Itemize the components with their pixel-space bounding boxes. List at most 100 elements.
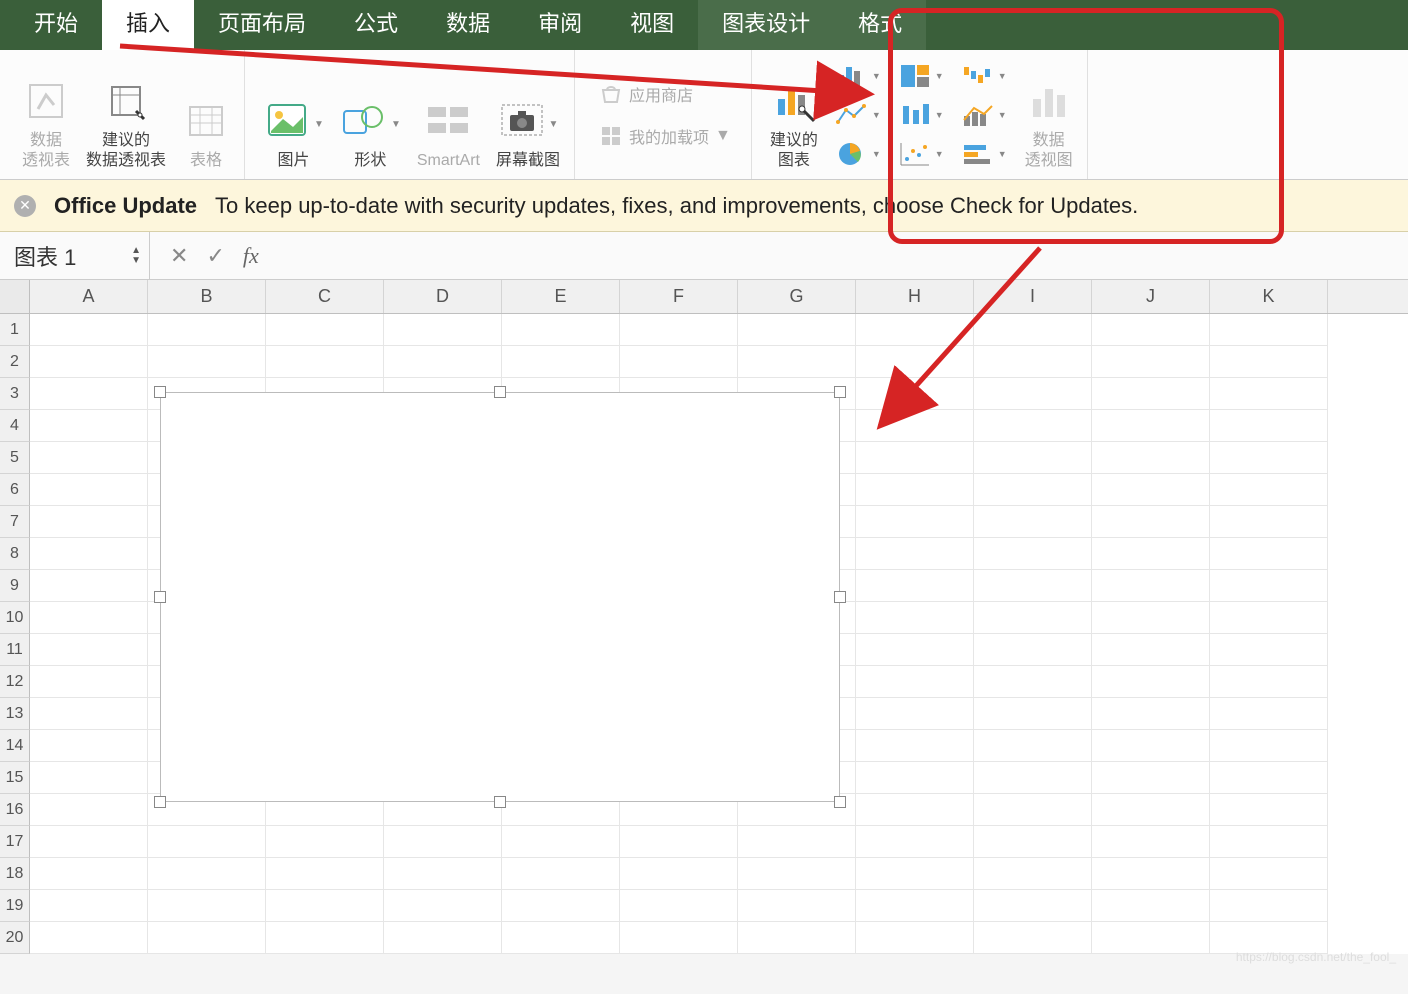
recommended-charts-button[interactable]: 建议的 图表 (764, 73, 824, 179)
cell[interactable] (856, 570, 974, 602)
cell[interactable] (856, 378, 974, 410)
col-header[interactable]: F (620, 280, 738, 313)
cell[interactable] (1210, 794, 1328, 826)
cell[interactable] (856, 730, 974, 762)
pie-chart-button[interactable]: ▼ (832, 139, 885, 169)
cell[interactable] (974, 730, 1092, 762)
tab-insert[interactable]: 插入 (102, 0, 194, 50)
cell[interactable] (1092, 634, 1210, 666)
recommended-pivot-button[interactable]: 建议的 数据透视表 (80, 73, 172, 179)
cell[interactable] (738, 314, 856, 346)
name-box-up[interactable]: ▲ (131, 246, 141, 256)
fx-icon[interactable]: fx (243, 243, 259, 269)
cell[interactable] (30, 314, 148, 346)
name-box[interactable]: 图表 1 ▲ ▼ (0, 232, 150, 279)
cell[interactable] (974, 410, 1092, 442)
cell[interactable] (502, 858, 620, 890)
cell[interactable] (30, 890, 148, 922)
cell[interactable] (1210, 474, 1328, 506)
cell[interactable] (266, 826, 384, 858)
cell[interactable] (1210, 506, 1328, 538)
cell[interactable] (856, 698, 974, 730)
row-header[interactable]: 14 (0, 730, 30, 762)
cell[interactable] (1092, 442, 1210, 474)
col-header[interactable]: C (266, 280, 384, 313)
cell[interactable] (1092, 858, 1210, 890)
cell[interactable] (738, 922, 856, 954)
row-header[interactable]: 2 (0, 346, 30, 378)
chevron-down-icon[interactable]: ▼ (391, 119, 401, 130)
resize-handle[interactable] (834, 591, 846, 603)
row-header[interactable]: 15 (0, 762, 30, 794)
cell[interactable] (738, 858, 856, 890)
cell[interactable] (974, 314, 1092, 346)
cell[interactable] (1092, 314, 1210, 346)
cell[interactable] (384, 826, 502, 858)
cell[interactable] (1092, 346, 1210, 378)
cell[interactable] (148, 314, 266, 346)
combo-chart-button[interactable]: ▼ (958, 100, 1011, 130)
cell[interactable] (266, 858, 384, 890)
cell[interactable] (856, 826, 974, 858)
cell[interactable] (856, 634, 974, 666)
cell[interactable] (384, 922, 502, 954)
row-header[interactable]: 9 (0, 570, 30, 602)
cell[interactable] (30, 666, 148, 698)
picture-button[interactable]: ▼ 图片 (257, 93, 330, 179)
cell[interactable] (620, 346, 738, 378)
row-header[interactable]: 5 (0, 442, 30, 474)
cell[interactable] (974, 346, 1092, 378)
cell[interactable] (266, 314, 384, 346)
cell[interactable] (974, 826, 1092, 858)
cell[interactable] (1210, 666, 1328, 698)
row-header[interactable]: 3 (0, 378, 30, 410)
cell[interactable] (30, 506, 148, 538)
cell[interactable] (620, 826, 738, 858)
resize-handle[interactable] (834, 796, 846, 808)
cell[interactable] (1210, 378, 1328, 410)
cell[interactable] (856, 474, 974, 506)
row-header[interactable]: 18 (0, 858, 30, 890)
pivot-table-button[interactable]: 数据 透视表 (16, 73, 76, 179)
row-header[interactable]: 13 (0, 698, 30, 730)
cell[interactable] (856, 506, 974, 538)
cell[interactable] (30, 346, 148, 378)
cell[interactable] (1210, 346, 1328, 378)
cell[interactable] (1210, 538, 1328, 570)
tab-page-layout[interactable]: 页面布局 (194, 0, 330, 50)
chevron-down-icon[interactable]: ▼ (314, 119, 324, 130)
cell[interactable] (384, 890, 502, 922)
cell[interactable] (1210, 826, 1328, 858)
cell[interactable] (1210, 602, 1328, 634)
cell[interactable] (1092, 506, 1210, 538)
row-header[interactable]: 17 (0, 826, 30, 858)
cell[interactable] (148, 346, 266, 378)
cell[interactable] (974, 922, 1092, 954)
col-header[interactable]: I (974, 280, 1092, 313)
col-header[interactable]: B (148, 280, 266, 313)
resize-handle[interactable] (154, 386, 166, 398)
cell[interactable] (1092, 890, 1210, 922)
cell[interactable] (30, 826, 148, 858)
cell[interactable] (856, 410, 974, 442)
col-header[interactable]: G (738, 280, 856, 313)
cell[interactable] (1092, 826, 1210, 858)
cell[interactable] (266, 346, 384, 378)
row-header[interactable]: 4 (0, 410, 30, 442)
cell[interactable] (1210, 442, 1328, 474)
cell[interactable] (856, 890, 974, 922)
cell[interactable] (974, 474, 1092, 506)
cell[interactable] (502, 890, 620, 922)
cell[interactable] (974, 634, 1092, 666)
tab-data[interactable]: 数据 (422, 0, 514, 50)
tab-review[interactable]: 审阅 (514, 0, 606, 50)
cell[interactable] (1210, 858, 1328, 890)
cell[interactable] (502, 346, 620, 378)
cell[interactable] (502, 826, 620, 858)
cell[interactable] (856, 666, 974, 698)
cell[interactable] (620, 922, 738, 954)
cell[interactable] (738, 826, 856, 858)
cell[interactable] (974, 890, 1092, 922)
cell[interactable] (502, 922, 620, 954)
cell[interactable] (1092, 730, 1210, 762)
